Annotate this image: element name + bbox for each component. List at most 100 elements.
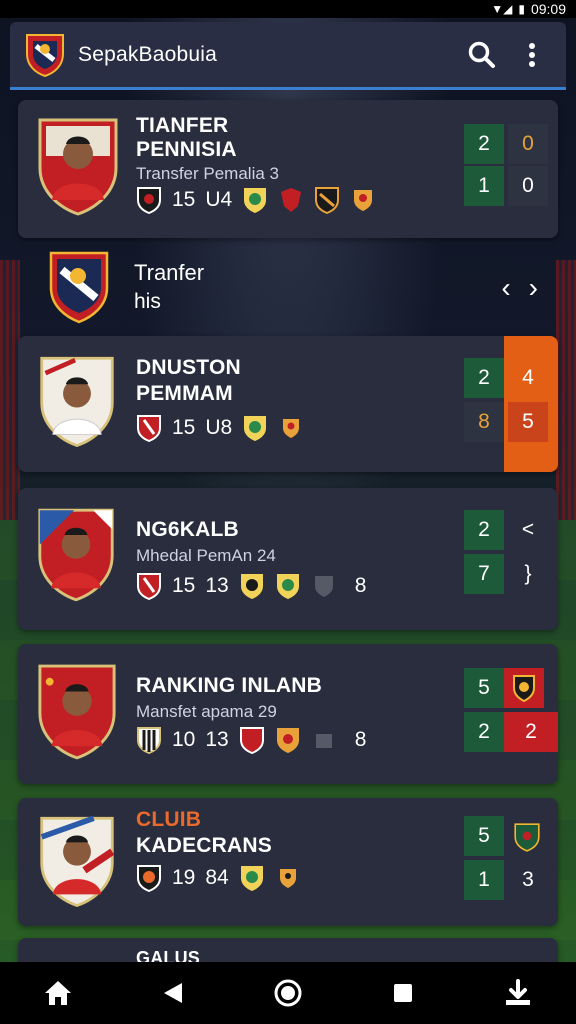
- stat-row: 10 13 8: [136, 726, 366, 754]
- status-bar: ▼◢ ▮ 09:09: [0, 0, 576, 18]
- club-badge-icon: [283, 419, 300, 438]
- club-badge-icon: [514, 823, 540, 852]
- club-badge-icon: [244, 416, 267, 441]
- download-icon: [506, 979, 531, 1005]
- player-shield-icon: [40, 815, 115, 908]
- crowd-left-background: [0, 260, 20, 520]
- player-name-line1: RANKING INLANB: [136, 674, 322, 697]
- more-options-button[interactable]: [512, 35, 552, 75]
- status-time: 09:09: [530, 1, 566, 17]
- club-badge-icon: [281, 188, 302, 212]
- score-box: 5: [508, 402, 548, 442]
- player-subtitle: Transfer Pemalia 3: [136, 164, 279, 183]
- stat-value: 15: [172, 574, 196, 597]
- score-box: 2: [464, 712, 504, 752]
- recents-button[interactable]: [379, 969, 427, 1017]
- stat-value: 8: [354, 728, 367, 751]
- score-box: 8: [464, 402, 504, 442]
- score-box: 0: [508, 124, 548, 164]
- score-box: 1: [464, 860, 504, 900]
- pager-controls: ‹ ›: [501, 272, 538, 304]
- stat-value: 10: [172, 728, 196, 751]
- club-badge-icon: [137, 727, 161, 754]
- player-name-line1: TIANFER: [136, 114, 229, 137]
- player-name-line2: PENNISIA: [136, 138, 237, 161]
- club-badge-icon: [276, 728, 299, 753]
- club-badge-icon: [244, 188, 267, 213]
- score-box: 2: [504, 712, 558, 752]
- player-subtitle: Mansfet apama 29: [136, 702, 277, 721]
- club-badge-icon: [137, 187, 161, 214]
- stat-row: 15 U4: [136, 186, 376, 214]
- download-button[interactable]: [494, 969, 542, 1017]
- player-shield-icon: [38, 508, 114, 602]
- player-name-line2: PEMMAM: [136, 382, 233, 405]
- crowd-right-background: [556, 260, 576, 520]
- score-box: 3: [522, 868, 534, 891]
- stat-value: U8: [205, 416, 233, 439]
- score-box: 2: [464, 510, 504, 550]
- player-name-line2: KADECRANS: [136, 834, 272, 857]
- square-recents-icon: [394, 984, 413, 1002]
- stat-value: 15: [172, 188, 196, 211]
- player-shield-icon: [38, 664, 116, 760]
- score-box: 1: [464, 166, 504, 206]
- club-badge-icon: [137, 573, 161, 600]
- battery-icon: ▮: [518, 2, 525, 16]
- search-icon: [468, 41, 495, 68]
- player-card[interactable]: CLUIB KADECRANS 19 84 5 1 3: [18, 798, 558, 926]
- chevron-left-icon[interactable]: ‹: [501, 272, 510, 304]
- row-subtitle: his: [134, 290, 161, 313]
- assistant-button[interactable]: [264, 969, 312, 1017]
- stat-row: 15 U8: [136, 414, 304, 442]
- chevron-right-icon[interactable]: ›: [529, 272, 538, 304]
- stat-value: 19: [172, 866, 196, 889]
- score-box: 2: [464, 358, 504, 398]
- player-shield-icon: [40, 356, 114, 448]
- club-badge-icon: [314, 576, 333, 597]
- club-badge-icon: [279, 869, 296, 888]
- search-button[interactable]: [462, 35, 502, 75]
- club-badge-icon: [239, 727, 264, 754]
- stat-value: 13: [205, 728, 229, 751]
- score-box: 5: [464, 668, 504, 708]
- more-vert-icon: [529, 42, 535, 67]
- club-badge-icon: [315, 187, 340, 214]
- score-box: 2: [464, 124, 504, 164]
- club-crest-icon: [49, 251, 109, 324]
- club-badge-icon: [137, 865, 161, 892]
- app-title: SepakBaobuia: [78, 42, 218, 66]
- score-box: <: [521, 518, 535, 541]
- back-button[interactable]: [149, 969, 197, 1017]
- system-nav-bar: [0, 962, 576, 1024]
- club-badge-icon: [315, 734, 332, 748]
- club-badge-icon: [240, 866, 263, 891]
- player-card[interactable]: NG6KALB Mhedal PemAn 24 15 13 8 2 < 7 }: [18, 488, 558, 630]
- stat-value: 13: [205, 574, 229, 597]
- player-card[interactable]: RANKING INLANB Mansfet apama 29 10 13 8 …: [18, 644, 558, 784]
- transfer-history-row[interactable]: Tranfer his ‹ ›: [18, 240, 558, 332]
- stat-value: 15: [172, 416, 196, 439]
- player-name-line1: NG6KALB: [136, 518, 239, 541]
- club-badge-icon: [354, 190, 373, 211]
- score-box: 4: [508, 358, 548, 398]
- signal-icon: ▼◢: [491, 2, 513, 16]
- home-button[interactable]: [34, 969, 82, 1017]
- stat-value: 84: [205, 866, 229, 889]
- club-badge-icon: [504, 668, 544, 708]
- player-card[interactable]: DNUSTON PEMMAM 15 U8 2 4 8 5: [18, 336, 558, 472]
- app-bar: SepakBaobuia: [10, 22, 566, 90]
- score-box: 5: [464, 816, 504, 856]
- club-badge-icon: [240, 574, 263, 599]
- club-badge-icon: [276, 574, 299, 599]
- score-box: }: [524, 562, 532, 585]
- score-box: 7: [464, 554, 504, 594]
- circle-home-icon: [274, 979, 302, 1007]
- home-icon: [44, 981, 71, 1005]
- player-subtitle: Mhedal PemAn 24: [136, 546, 276, 565]
- club-badge-icon: [137, 415, 161, 442]
- player-name-line1: DNUSTON: [136, 356, 241, 379]
- player-name-line1: CLUIB: [136, 808, 202, 831]
- back-triangle-icon: [163, 983, 182, 1003]
- player-card[interactable]: TIANFER PENNISIA Transfer Pemalia 3 15 U…: [18, 100, 558, 238]
